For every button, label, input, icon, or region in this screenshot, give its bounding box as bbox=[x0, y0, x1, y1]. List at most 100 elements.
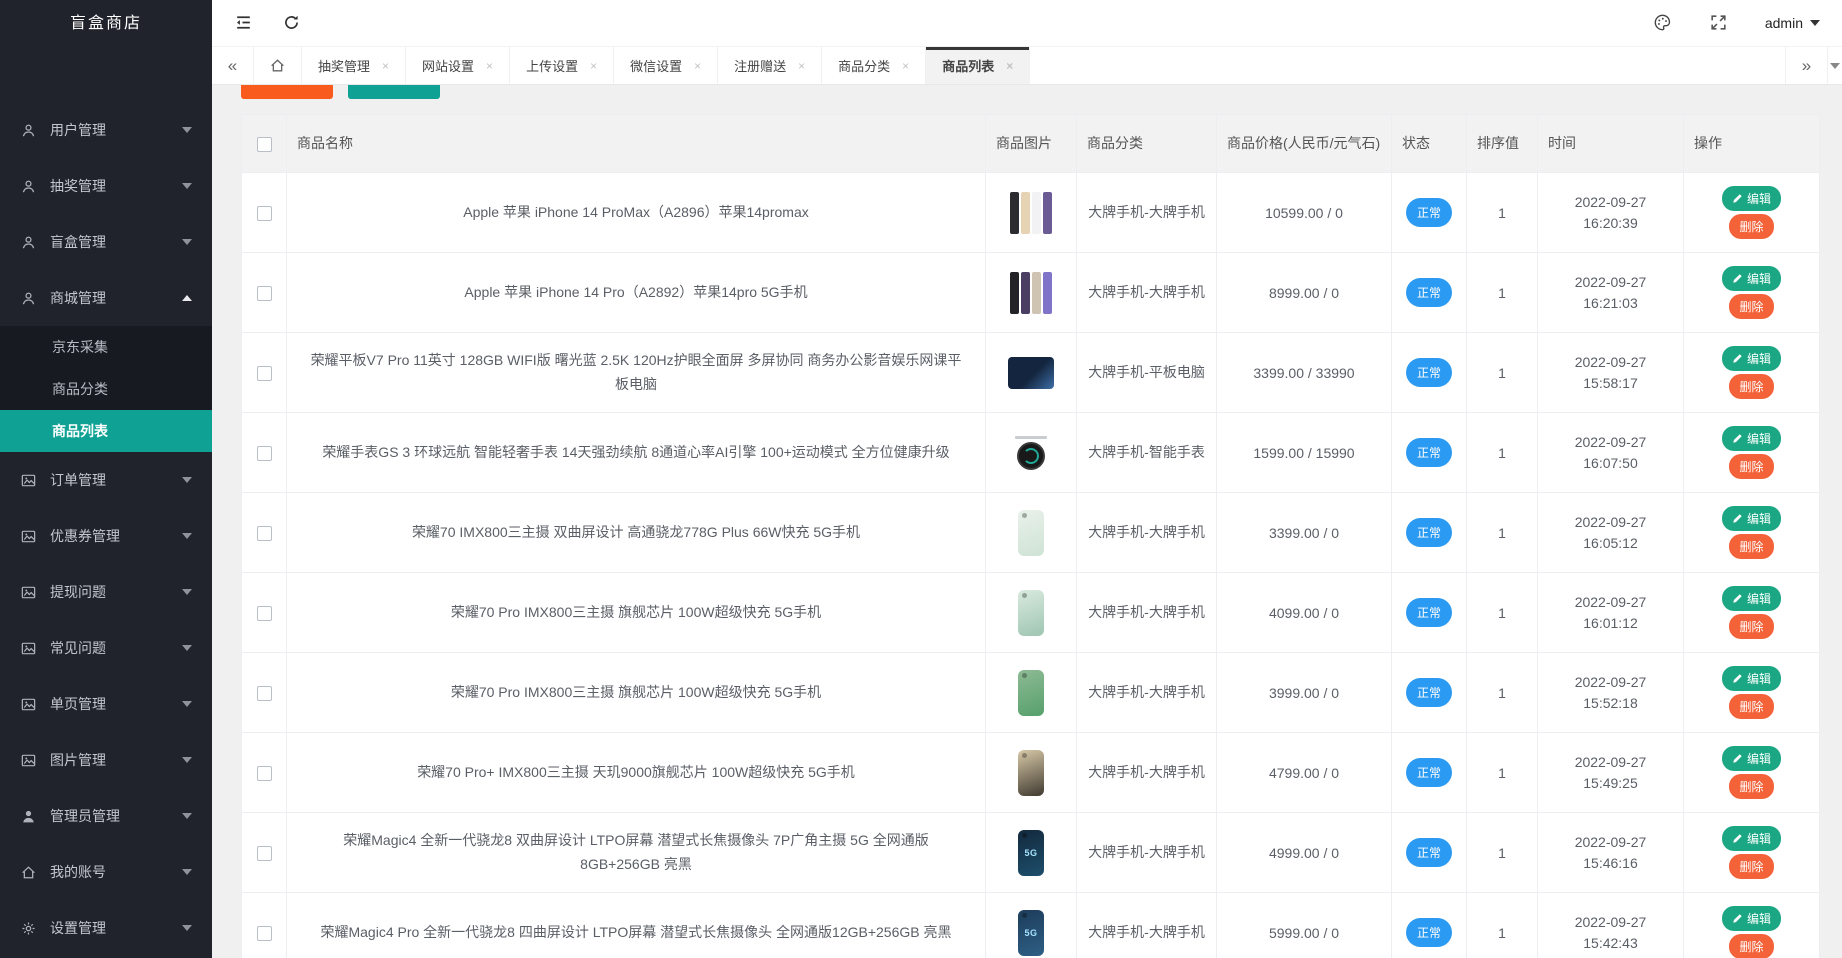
product-price: 3999.00 / 0 bbox=[1269, 685, 1339, 701]
refresh-icon[interactable] bbox=[282, 13, 302, 33]
row-checkbox[interactable] bbox=[257, 846, 272, 861]
app-title: 盲盒商店 bbox=[0, 0, 212, 47]
user-menu[interactable]: admin bbox=[1765, 15, 1820, 31]
row-checkbox[interactable] bbox=[257, 686, 272, 701]
product-photo bbox=[1005, 427, 1057, 479]
tab-2[interactable]: 上传设置 × bbox=[510, 47, 614, 84]
row-checkbox[interactable] bbox=[257, 366, 272, 381]
chevron-down-icon bbox=[182, 127, 192, 133]
sidebar-item-5[interactable]: 优惠券管理 bbox=[0, 508, 212, 564]
toolbar bbox=[241, 85, 1819, 100]
edit-button[interactable]: 编辑 bbox=[1722, 186, 1781, 211]
delete-button[interactable]: 删除 bbox=[1729, 534, 1773, 559]
tab-3[interactable]: 微信设置 × bbox=[614, 47, 718, 84]
sidebar-item-10[interactable]: 管理员管理 bbox=[0, 788, 212, 844]
delete-button[interactable]: 删除 bbox=[1729, 934, 1773, 958]
close-icon[interactable]: × bbox=[382, 59, 389, 73]
tab-5[interactable]: 商品分类 × bbox=[822, 47, 926, 84]
col-header-image: 商品图片 bbox=[986, 115, 1077, 173]
close-icon[interactable]: × bbox=[694, 59, 701, 73]
edit-button[interactable]: 编辑 bbox=[1722, 266, 1781, 291]
tab-4[interactable]: 注册赠送 × bbox=[718, 47, 822, 84]
row-checkbox[interactable] bbox=[257, 526, 272, 541]
edit-button[interactable]: 编辑 bbox=[1722, 826, 1781, 851]
delete-button[interactable]: 删除 bbox=[1729, 694, 1773, 719]
product-price: 8999.00 / 0 bbox=[1269, 285, 1339, 301]
edit-button[interactable]: 编辑 bbox=[1722, 586, 1781, 611]
tab-0[interactable]: 抽奖管理 × bbox=[302, 47, 406, 84]
product-name: Apple 苹果 iPhone 14 Pro（A2892）苹果14pro 5G手… bbox=[464, 284, 807, 300]
select-all-checkbox[interactable] bbox=[257, 137, 272, 152]
fullscreen-icon[interactable] bbox=[1709, 13, 1729, 33]
theme-palette-icon[interactable] bbox=[1653, 13, 1673, 33]
sidebar-item-11[interactable]: 我的账号 bbox=[0, 844, 212, 900]
product-name: 荣耀手表GS 3 环球远航 智能轻奢手表 14天强劲续航 8通道心率AI引擎 1… bbox=[322, 444, 949, 460]
table-row: 荣耀70 IMX800三主摄 双曲屏设计 高通骁龙778G Plus 66W快充… bbox=[242, 493, 1820, 573]
gear-icon bbox=[20, 920, 37, 937]
delete-button[interactable]: 删除 bbox=[1729, 774, 1773, 799]
product-photo bbox=[1005, 747, 1057, 799]
edit-button[interactable]: 编辑 bbox=[1722, 506, 1781, 531]
row-checkbox[interactable] bbox=[257, 446, 272, 461]
product-price: 10599.00 / 0 bbox=[1265, 205, 1343, 221]
product-name: 荣耀平板V7 Pro 11英寸 128GB WIFI版 曙光蓝 2.5K 120… bbox=[311, 352, 962, 391]
sidebar-item-1[interactable]: 抽奖管理 bbox=[0, 158, 212, 214]
refresh-list-button[interactable] bbox=[348, 85, 440, 99]
sidebar-subitem-0[interactable]: 京东采集 bbox=[0, 326, 212, 368]
row-checkbox[interactable] bbox=[257, 766, 272, 781]
row-time: 15:52:18 bbox=[1538, 693, 1683, 714]
row-checkbox[interactable] bbox=[257, 286, 272, 301]
edit-button[interactable]: 编辑 bbox=[1722, 906, 1781, 931]
sidebar-item-9[interactable]: 图片管理 bbox=[0, 732, 212, 788]
row-time: 16:07:50 bbox=[1538, 453, 1683, 474]
row-checkbox[interactable] bbox=[257, 606, 272, 621]
table-row: 荣耀70 Pro+ IMX800三主摄 天玑9000旗舰芯片 100W超级快充 … bbox=[242, 733, 1820, 813]
add-product-button[interactable] bbox=[241, 85, 333, 99]
sidebar-collapse-icon[interactable] bbox=[234, 13, 254, 33]
sidebar-subitem-1[interactable]: 商品分类 bbox=[0, 368, 212, 410]
delete-button[interactable]: 删除 bbox=[1729, 854, 1773, 879]
close-icon[interactable]: × bbox=[798, 59, 805, 73]
tab-6[interactable]: 商品列表 × bbox=[926, 47, 1030, 84]
main-content: 商品名称 商品图片 商品分类 商品价格(人民币/元气石) 状态 排序值 时间 操… bbox=[212, 85, 1842, 958]
tabs-scroll-right-button[interactable]: » bbox=[1785, 47, 1827, 84]
sidebar-item-8[interactable]: 单页管理 bbox=[0, 676, 212, 732]
tab-home[interactable] bbox=[254, 47, 302, 84]
delete-button[interactable]: 删除 bbox=[1729, 294, 1773, 319]
tab-list-dropdown[interactable] bbox=[1827, 47, 1842, 84]
row-checkbox[interactable] bbox=[257, 206, 272, 221]
product-name: 荣耀Magic4 全新一代骁龙8 双曲屏设计 LTPO屏幕 潜望式长焦摄像头 7… bbox=[343, 832, 928, 871]
chevron-down-icon bbox=[182, 869, 192, 875]
delete-button[interactable]: 删除 bbox=[1729, 214, 1773, 239]
close-icon[interactable]: × bbox=[1006, 59, 1013, 73]
tabs-scroll-left-button[interactable]: « bbox=[212, 47, 254, 84]
edit-button[interactable]: 编辑 bbox=[1722, 746, 1781, 771]
delete-button[interactable]: 删除 bbox=[1729, 374, 1773, 399]
sidebar-item-12[interactable]: 设置管理 bbox=[0, 900, 212, 956]
row-checkbox[interactable] bbox=[257, 926, 272, 941]
close-icon[interactable]: × bbox=[902, 59, 909, 73]
sidebar-item-4[interactable]: 订单管理 bbox=[0, 452, 212, 508]
sidebar-item-7[interactable]: 常见问题 bbox=[0, 620, 212, 676]
delete-button[interactable]: 删除 bbox=[1729, 614, 1773, 639]
tab-1[interactable]: 网站设置 × bbox=[406, 47, 510, 84]
edit-button[interactable]: 编辑 bbox=[1722, 346, 1781, 371]
sidebar-subitem-2[interactable]: 商品列表 bbox=[0, 410, 212, 452]
edit-button[interactable]: 编辑 bbox=[1722, 426, 1781, 451]
edit-button[interactable]: 编辑 bbox=[1722, 666, 1781, 691]
row-date: 2022-09-27 bbox=[1538, 672, 1683, 693]
product-name: 荣耀Magic4 Pro 全新一代骁龙8 四曲屏设计 LTPO屏幕 潜望式长焦摄… bbox=[320, 924, 951, 940]
sidebar-item-2[interactable]: 盲盒管理 bbox=[0, 214, 212, 270]
row-date: 2022-09-27 bbox=[1538, 912, 1683, 933]
status-badge: 正常 bbox=[1406, 518, 1452, 547]
sidebar-item-0[interactable]: 用户管理 bbox=[0, 102, 212, 158]
product-name: 荣耀70 Pro IMX800三主摄 旗舰芯片 100W超级快充 5G手机 bbox=[451, 684, 821, 700]
close-icon[interactable]: × bbox=[486, 59, 493, 73]
image-icon bbox=[20, 752, 37, 769]
user-icon bbox=[20, 178, 37, 195]
sidebar-item-3[interactable]: 商城管理 bbox=[0, 270, 212, 326]
sidebar-item-6[interactable]: 提现问题 bbox=[0, 564, 212, 620]
close-icon[interactable]: × bbox=[590, 59, 597, 73]
row-date: 2022-09-27 bbox=[1538, 832, 1683, 853]
delete-button[interactable]: 删除 bbox=[1729, 454, 1773, 479]
